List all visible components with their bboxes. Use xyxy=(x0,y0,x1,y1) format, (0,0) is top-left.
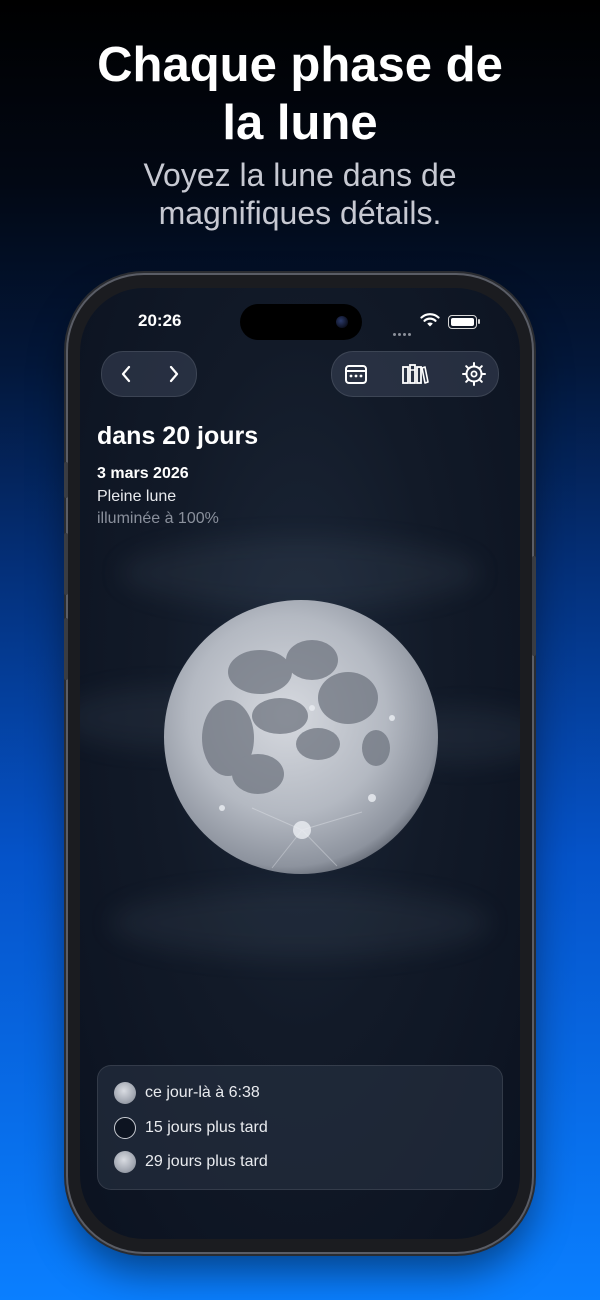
new-moon-icon xyxy=(114,1117,136,1139)
promo-title-line-2: la lune xyxy=(222,96,378,150)
phone-screen: 20:26 dans 20 jours 3 mars 2026 Pleine l… xyxy=(80,288,520,1239)
next-button[interactable] xyxy=(152,352,196,396)
promo-subtitle-line-1: Voyez la lune dans de xyxy=(143,157,457,193)
full-moon-icon xyxy=(114,1082,136,1104)
phase-countdown: dans 20 jours xyxy=(97,422,259,450)
action-button xyxy=(64,462,68,498)
cloud-backdrop xyxy=(110,888,490,958)
upcoming-phases-card: ce jour-là à 6:38 15 jours plus tard 29 … xyxy=(97,1065,503,1190)
chevron-right-icon xyxy=(169,365,179,383)
volume-down-button xyxy=(64,618,68,680)
volume-up-button xyxy=(64,533,68,595)
promo-title: Chaque phase de la lune xyxy=(0,36,600,152)
power-button xyxy=(532,556,536,656)
calendar-icon xyxy=(345,365,367,384)
phase-illumination: illuminée à 100% xyxy=(97,510,219,527)
front-camera xyxy=(336,316,348,328)
list-item-label: ce jour-là à 6:38 xyxy=(145,1084,260,1101)
cellular-signal-icon xyxy=(393,323,413,341)
toolbar-actions xyxy=(331,351,499,397)
library-button[interactable] xyxy=(393,352,437,396)
list-item-label: 29 jours plus tard xyxy=(145,1153,268,1170)
previous-button[interactable] xyxy=(104,352,148,396)
list-item[interactable]: ce jour-là à 6:38 xyxy=(114,1081,260,1105)
wifi-icon xyxy=(420,313,440,327)
phase-name: Pleine lune xyxy=(97,488,177,505)
list-item-label: 15 jours plus tard xyxy=(145,1119,268,1136)
list-item[interactable]: 29 jours plus tard xyxy=(114,1150,268,1174)
status-time: 20:26 xyxy=(138,311,182,330)
full-moon-image xyxy=(162,598,440,876)
settings-button[interactable] xyxy=(452,352,496,396)
promo-subtitle: Voyez la lune dans de magnifiques détail… xyxy=(0,156,600,232)
promo-title-line-1: Chaque phase de xyxy=(97,38,503,92)
phase-date: 3 mars 2026 xyxy=(97,465,189,482)
library-icon xyxy=(402,364,429,384)
settings-gear-icon xyxy=(462,362,486,386)
promo-subtitle-line-2: magnifiques détails. xyxy=(158,195,442,231)
calendar-button[interactable] xyxy=(334,352,378,396)
full-moon-icon xyxy=(114,1151,136,1173)
date-navigation xyxy=(101,351,197,397)
list-item[interactable]: 15 jours plus tard xyxy=(114,1116,268,1140)
battery-icon xyxy=(448,315,480,329)
chevron-left-icon xyxy=(121,365,131,383)
dynamic-island xyxy=(240,304,362,340)
